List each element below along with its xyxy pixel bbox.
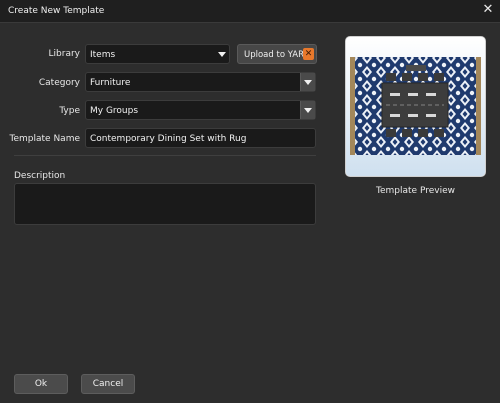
template-name-label: Template Name bbox=[9, 134, 80, 144]
upload-to-yard-button[interactable]: Upload to YARD ✕ bbox=[237, 44, 317, 64]
divider bbox=[14, 155, 316, 156]
category-dropdown[interactable]: Furniture bbox=[85, 72, 316, 92]
category-value: Furniture bbox=[90, 78, 131, 88]
close-icon[interactable]: ✕ bbox=[481, 3, 495, 17]
template-name-value: Contemporary Dining Set with Rug bbox=[90, 134, 247, 144]
type-label: Type bbox=[59, 106, 80, 116]
template-preview-image bbox=[345, 36, 486, 177]
remove-icon[interactable]: ✕ bbox=[303, 48, 314, 60]
category-label: Category bbox=[38, 78, 80, 88]
upload-button-label: Upload to YARD bbox=[244, 50, 311, 60]
chevron-down-icon bbox=[215, 45, 229, 63]
preview-caption: Template Preview bbox=[376, 186, 455, 196]
description-label: Description bbox=[14, 171, 66, 181]
template-name-input[interactable]: Contemporary Dining Set with Rug bbox=[85, 128, 316, 148]
dining-set-rug-thumbnail bbox=[346, 37, 485, 176]
cancel-button[interactable]: Cancel bbox=[81, 374, 135, 394]
description-textarea[interactable] bbox=[14, 183, 316, 225]
type-dropdown[interactable]: My Groups bbox=[85, 100, 316, 120]
window-title: Create New Template bbox=[8, 6, 105, 16]
type-value: My Groups bbox=[90, 106, 139, 116]
ok-button[interactable]: Ok bbox=[14, 374, 68, 394]
library-label: Library bbox=[48, 49, 80, 59]
chevron-down-icon bbox=[300, 73, 315, 91]
library-dropdown[interactable]: Items bbox=[85, 44, 230, 64]
chevron-down-icon bbox=[300, 101, 315, 119]
title-bar: Create New Template ✕ bbox=[0, 0, 500, 23]
library-value: Items bbox=[90, 50, 116, 60]
